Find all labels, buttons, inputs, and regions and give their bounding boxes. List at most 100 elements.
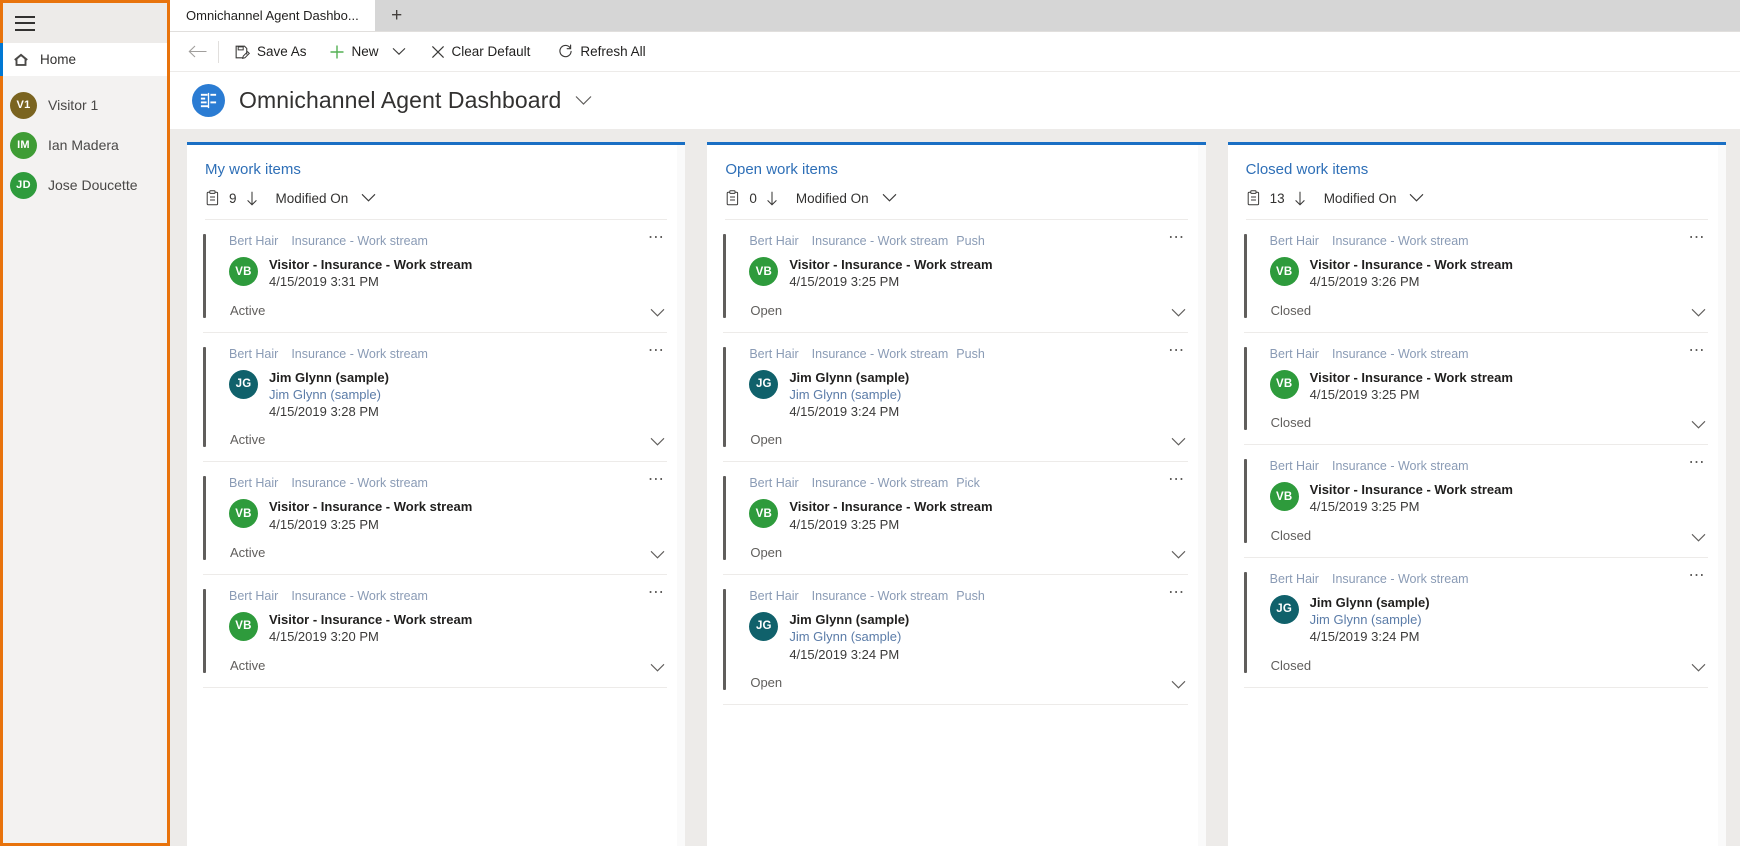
card-tag-stream[interactable]: Insurance - Work stream	[291, 476, 428, 490]
work-item-card-1-1[interactable]: Bert Hair Insurance - Work stream Push J…	[723, 333, 1188, 463]
hamburger-icon[interactable]	[15, 15, 35, 31]
back-button[interactable]	[180, 32, 214, 71]
card-overflow-menu-icon[interactable]: ⋯	[1168, 342, 1186, 359]
card-tag-stream[interactable]: Insurance - Work stream	[291, 347, 428, 361]
card-overflow-menu-icon[interactable]: ⋯	[1688, 230, 1706, 246]
work-item-card-1-3[interactable]: Bert Hair Insurance - Work stream Push J…	[723, 575, 1188, 705]
column-header: Open work items 0 Modified On	[707, 145, 1205, 219]
work-item-card-0-1[interactable]: Bert Hair Insurance - Work stream JG Jim…	[203, 333, 668, 463]
card-overflow-menu-icon[interactable]: ⋯	[648, 230, 666, 246]
card-tag-stream[interactable]: Insurance - Work stream	[812, 234, 949, 248]
card-tag-person[interactable]: Bert Hair	[229, 234, 278, 248]
card-overflow-menu-icon[interactable]: ⋯	[1688, 567, 1706, 584]
card-tag-stream[interactable]: Insurance - Work stream	[812, 589, 949, 603]
card-tag-person[interactable]: Bert Hair	[1270, 572, 1319, 586]
work-item-card-1-2[interactable]: Bert Hair Insurance - Work stream Pick V…	[723, 462, 1188, 575]
card-expand-chevron-icon[interactable]	[1691, 533, 1706, 543]
sort-descending-icon[interactable]	[766, 191, 778, 206]
card-expand-chevron-icon[interactable]	[650, 550, 665, 560]
column-scrollbar[interactable]	[677, 145, 686, 846]
card-expand-chevron-icon[interactable]	[1171, 680, 1186, 690]
card-tag-person[interactable]: Bert Hair	[749, 234, 798, 248]
column-card-list[interactable]: Bert Hair Insurance - Work stream Push V…	[707, 220, 1205, 846]
card-status: Active	[230, 544, 266, 560]
card-tag-person[interactable]: Bert Hair	[749, 476, 798, 490]
work-item-card-1-0[interactable]: Bert Hair Insurance - Work stream Push V…	[723, 220, 1188, 333]
page-title-dropdown-caret[interactable]	[575, 95, 592, 106]
card-tag-person[interactable]: Bert Hair	[749, 589, 798, 603]
card-tag-person[interactable]: Bert Hair	[1270, 459, 1319, 473]
chevron-down-icon[interactable]	[882, 193, 897, 203]
sort-descending-icon[interactable]	[1294, 191, 1306, 206]
new-dropdown-caret[interactable]	[390, 47, 410, 56]
work-item-card-0-0[interactable]: Bert Hair Insurance - Work stream VB Vis…	[203, 220, 668, 333]
new-tab-button[interactable]: +	[375, 0, 419, 31]
card-overflow-menu-icon[interactable]: ⋯	[1688, 342, 1706, 359]
card-tag-stream[interactable]: Insurance - Work stream	[1332, 347, 1469, 361]
work-item-card-2-0[interactable]: Bert Hair Insurance - Work stream VB Vis…	[1243, 220, 1708, 333]
card-expand-chevron-icon[interactable]	[650, 437, 665, 447]
column-count: 9	[229, 190, 237, 206]
chevron-down-icon[interactable]	[361, 193, 376, 203]
work-item-card-2-2[interactable]: Bert Hair Insurance - Work stream VB Vis…	[1243, 445, 1708, 558]
card-overflow-menu-icon[interactable]: ⋯	[648, 472, 666, 488]
save-as-button[interactable]: Save As	[223, 37, 318, 67]
card-tag-stream[interactable]: Insurance - Work stream	[812, 347, 949, 361]
card-expand-chevron-icon[interactable]	[1691, 663, 1706, 673]
card-title: Jim Glynn (sample)	[269, 369, 389, 385]
card-tag-person[interactable]: Bert Hair	[229, 589, 278, 603]
card-tag-person[interactable]: Bert Hair	[229, 476, 278, 490]
sidebar-person-2[interactable]: JD Jose Doucette	[3, 165, 167, 205]
card-expand-chevron-icon[interactable]	[1691, 308, 1706, 318]
work-item-card-2-1[interactable]: Bert Hair Insurance - Work stream VB Vis…	[1243, 333, 1708, 446]
tab-omnichannel-agent-dashboard[interactable]: Omnichannel Agent Dashbo...	[170, 0, 375, 31]
sidebar-person-0[interactable]: V1 Visitor 1	[3, 85, 167, 125]
column-scrollbar[interactable]	[1717, 145, 1726, 846]
card-expand-chevron-icon[interactable]	[1171, 550, 1186, 560]
card-expand-chevron-icon[interactable]	[650, 308, 665, 318]
work-item-card-0-2[interactable]: Bert Hair Insurance - Work stream VB Vis…	[203, 462, 668, 575]
column-title[interactable]: Open work items	[725, 161, 1187, 178]
card-tag-stream[interactable]: Insurance - Work stream	[1332, 572, 1469, 586]
card-overflow-menu-icon[interactable]: ⋯	[648, 584, 666, 601]
card-subtitle[interactable]: Jim Glynn (sample)	[789, 386, 909, 403]
card-tag-person[interactable]: Bert Hair	[1270, 234, 1319, 248]
card-overflow-menu-icon[interactable]: ⋯	[1168, 472, 1186, 488]
card-overflow-menu-icon[interactable]: ⋯	[1168, 230, 1186, 246]
card-expand-chevron-icon[interactable]	[1171, 308, 1186, 318]
sidebar-item-home[interactable]: Home	[0, 43, 167, 76]
card-subtitle[interactable]: Jim Glynn (sample)	[269, 386, 389, 403]
work-item-card-2-3[interactable]: Bert Hair Insurance - Work stream JG Jim…	[1243, 558, 1708, 688]
card-subtitle[interactable]: Jim Glynn (sample)	[1310, 611, 1430, 628]
card-tag-stream[interactable]: Insurance - Work stream	[291, 589, 428, 603]
card-expand-chevron-icon[interactable]	[1171, 437, 1186, 447]
sort-descending-icon[interactable]	[246, 191, 258, 206]
card-tag-stream[interactable]: Insurance - Work stream	[812, 476, 949, 490]
card-expand-chevron-icon[interactable]	[650, 663, 665, 673]
card-overflow-menu-icon[interactable]: ⋯	[1168, 584, 1186, 601]
card-tag-stream[interactable]: Insurance - Work stream	[291, 234, 428, 248]
sidebar-person-1[interactable]: IM Ian Madera	[3, 125, 167, 165]
column-card-list[interactable]: Bert Hair Insurance - Work stream VB Vis…	[1228, 220, 1726, 846]
clear-default-button[interactable]: Clear Default	[420, 37, 542, 67]
card-main: JG Jim Glynn (sample) Jim Glynn (sample)…	[1269, 594, 1708, 646]
card-date: 4/15/2019 3:26 PM	[1309, 274, 1420, 290]
card-tag-person[interactable]: Bert Hair	[749, 347, 798, 361]
column-title[interactable]: Closed work items	[1246, 161, 1708, 178]
chevron-down-icon[interactable]	[1409, 193, 1424, 203]
column-title[interactable]: My work items	[205, 161, 667, 178]
card-tag-person[interactable]: Bert Hair	[229, 347, 278, 361]
refresh-all-button[interactable]: Refresh All	[547, 37, 656, 67]
column-card-list[interactable]: Bert Hair Insurance - Work stream VB Vis…	[187, 220, 685, 846]
column-scrollbar[interactable]	[1197, 145, 1206, 846]
card-overflow-menu-icon[interactable]: ⋯	[648, 342, 666, 359]
card-tag-person[interactable]: Bert Hair	[1270, 347, 1319, 361]
card-subtitle[interactable]: Jim Glynn (sample)	[789, 628, 909, 645]
card-tag-stream[interactable]: Insurance - Work stream	[1332, 459, 1469, 473]
new-button[interactable]: New	[318, 37, 390, 67]
card-body: Bert Hair Insurance - Work stream VB Vis…	[1247, 347, 1708, 430]
card-tag-stream[interactable]: Insurance - Work stream	[1332, 234, 1469, 248]
work-item-card-0-3[interactable]: Bert Hair Insurance - Work stream VB Vis…	[203, 575, 668, 688]
card-expand-chevron-icon[interactable]	[1691, 420, 1706, 430]
card-overflow-menu-icon[interactable]: ⋯	[1688, 455, 1706, 471]
